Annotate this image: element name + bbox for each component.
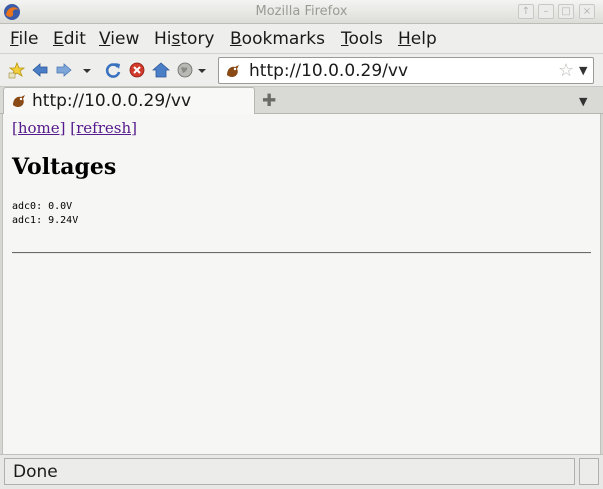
new-tab-icon[interactable]: ✚ (262, 91, 276, 111)
page-nav-links: [home] [refresh] (12, 119, 137, 137)
url-input[interactable] (249, 61, 549, 81)
menu-help-mnemonic: H (398, 29, 411, 49)
home-icon[interactable] (152, 61, 170, 79)
reading-adc1: adc1: 9.24V (12, 215, 79, 226)
tab-list-dropdown-icon[interactable]: ▼ (579, 95, 587, 108)
menu-help-label: elp (410, 29, 437, 49)
window-title: Mozilla Firefox (255, 4, 348, 19)
menu-bookmarks-mnemonic: B (230, 29, 242, 49)
reading-adc0: adc0: 0.0V (12, 201, 73, 212)
tab-strip: http://10.0.0.29/vv ✚ ▼ (0, 87, 603, 114)
menu-edit-mnemonic: E (53, 29, 64, 49)
menu-history-label-start: Hi (154, 29, 172, 49)
resize-grip-icon[interactable] (579, 458, 599, 485)
menu-file-mnemonic: F (10, 29, 19, 49)
bookmark-star-icon[interactable]: ☆ (558, 60, 574, 81)
menu-view-mnemonic: V (99, 29, 111, 49)
menu-tools-mnemonic: T (341, 29, 349, 49)
window-shade-button[interactable]: ↑ (518, 4, 534, 19)
menubar: File Edit View History Bookmarks Tools H… (0, 24, 603, 54)
voltage-readings: adc0: 0.0V adc1: 9.24V (12, 200, 78, 228)
menu-view[interactable]: View (99, 29, 139, 49)
window-close-button[interactable]: × (579, 4, 595, 19)
menu-help[interactable]: Help (398, 29, 437, 49)
menu-view-label: iew (110, 29, 140, 49)
home-link[interactable]: [home] (12, 119, 66, 137)
menu-file-label: ile (18, 29, 39, 49)
history-dropdown-icon[interactable] (80, 61, 94, 79)
tab-label: http://10.0.0.29/vv (32, 91, 192, 111)
window-minimize-button[interactable]: – (538, 4, 554, 19)
new-bookmark-icon[interactable] (8, 61, 26, 79)
reload-icon[interactable] (104, 61, 122, 79)
menu-tools[interactable]: Tools (341, 29, 383, 49)
status-bar: Done (0, 454, 603, 489)
menu-history-label: tory (180, 29, 215, 49)
back-icon[interactable] (31, 61, 49, 79)
window-titlebar[interactable]: Mozilla Firefox ↑ – □ × (0, 0, 603, 24)
tab-active[interactable]: http://10.0.0.29/vv (3, 87, 255, 114)
menu-bookmarks[interactable]: Bookmarks (230, 29, 325, 49)
navigation-toolbar: ☆ ▼ (0, 54, 603, 87)
forward-icon[interactable] (55, 61, 73, 79)
url-bar[interactable]: ☆ ▼ (218, 57, 594, 84)
globe-dropdown-icon[interactable] (196, 61, 208, 79)
menu-edit-label: dit (63, 29, 86, 49)
horizontal-rule (12, 252, 591, 254)
status-text: Done (4, 458, 575, 485)
page-title: Voltages (12, 154, 117, 180)
menu-edit[interactable]: Edit (53, 29, 86, 49)
page-content: [home] [refresh] Voltages adc0: 0.0V adc… (2, 114, 601, 454)
stop-icon[interactable] (128, 61, 146, 79)
window-maximize-button[interactable]: □ (558, 4, 574, 19)
menu-history[interactable]: History (154, 29, 215, 49)
menu-file[interactable]: File (10, 29, 38, 49)
menu-tools-label: ools (348, 29, 383, 49)
tab-favicon-icon (13, 95, 25, 107)
globe-icon[interactable] (176, 61, 194, 79)
site-favicon-icon (227, 65, 239, 77)
url-dropdown-icon[interactable]: ▼ (579, 64, 587, 77)
refresh-link[interactable]: [refresh] (70, 119, 137, 137)
menu-bookmarks-label: ookmarks (241, 29, 325, 49)
